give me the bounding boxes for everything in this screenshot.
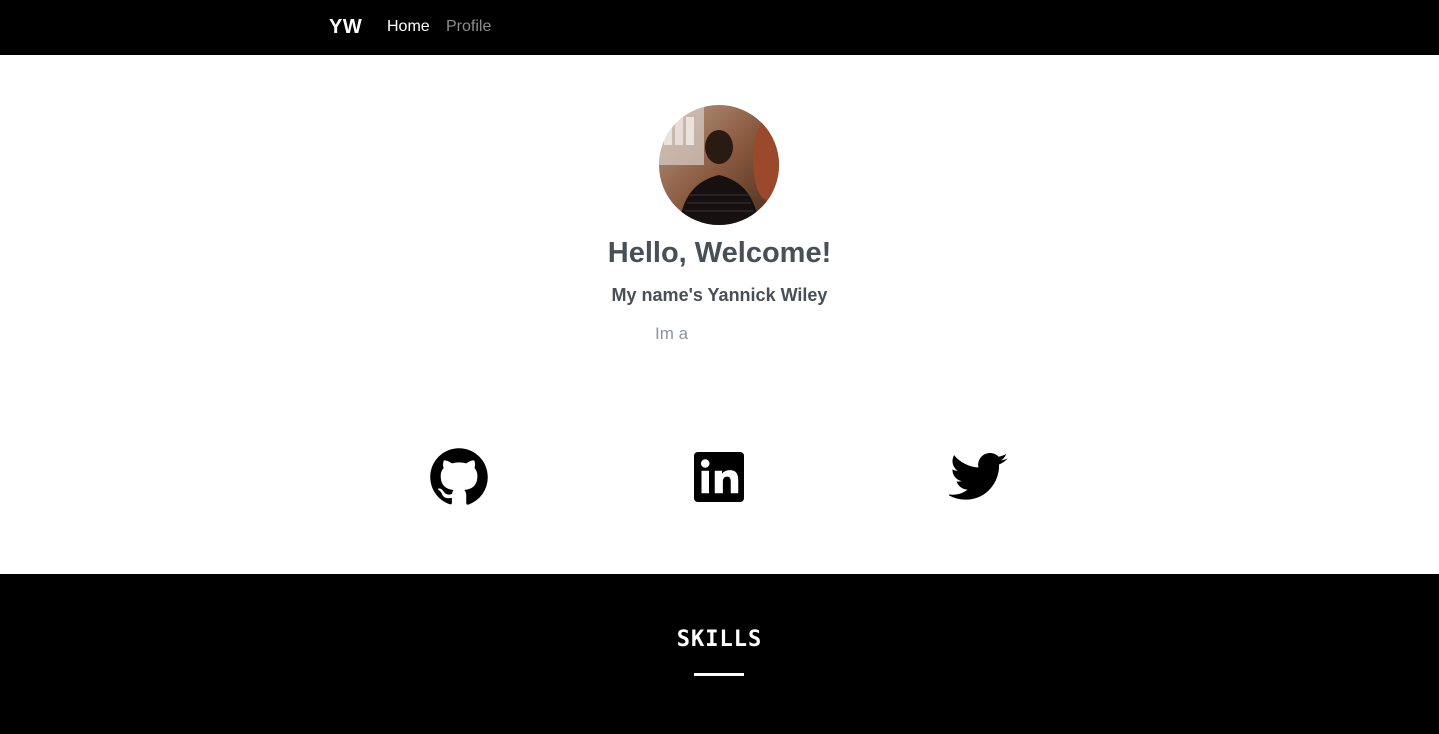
nav-link-profile[interactable]: Profile	[446, 17, 491, 37]
github-link[interactable]	[429, 447, 489, 507]
twitter-link[interactable]	[949, 447, 1009, 507]
typed-role-text: Im a	[655, 324, 689, 343]
linkedin-icon	[694, 452, 744, 502]
skills-heading-underline	[694, 673, 744, 676]
skills-heading: SKILLS	[676, 627, 763, 652]
github-icon	[430, 448, 488, 505]
skills-section: SKILLS	[0, 574, 1439, 734]
twitter-icon	[949, 453, 1008, 500]
greeting-heading: Hello, Welcome!	[607, 237, 832, 269]
name-subtitle: My name's Yannick Wiley	[611, 285, 828, 305]
top-navbar: YW Home Profile	[0, 0, 1439, 55]
avatar-photo	[659, 105, 779, 225]
nav-link-home[interactable]: Home	[387, 17, 430, 37]
linkedin-link[interactable]	[689, 447, 749, 507]
avatar	[659, 105, 779, 225]
brand-logo[interactable]: YW	[329, 15, 362, 39]
hero-section: Hello, Welcome! My name's Yannick Wiley …	[0, 55, 1439, 574]
